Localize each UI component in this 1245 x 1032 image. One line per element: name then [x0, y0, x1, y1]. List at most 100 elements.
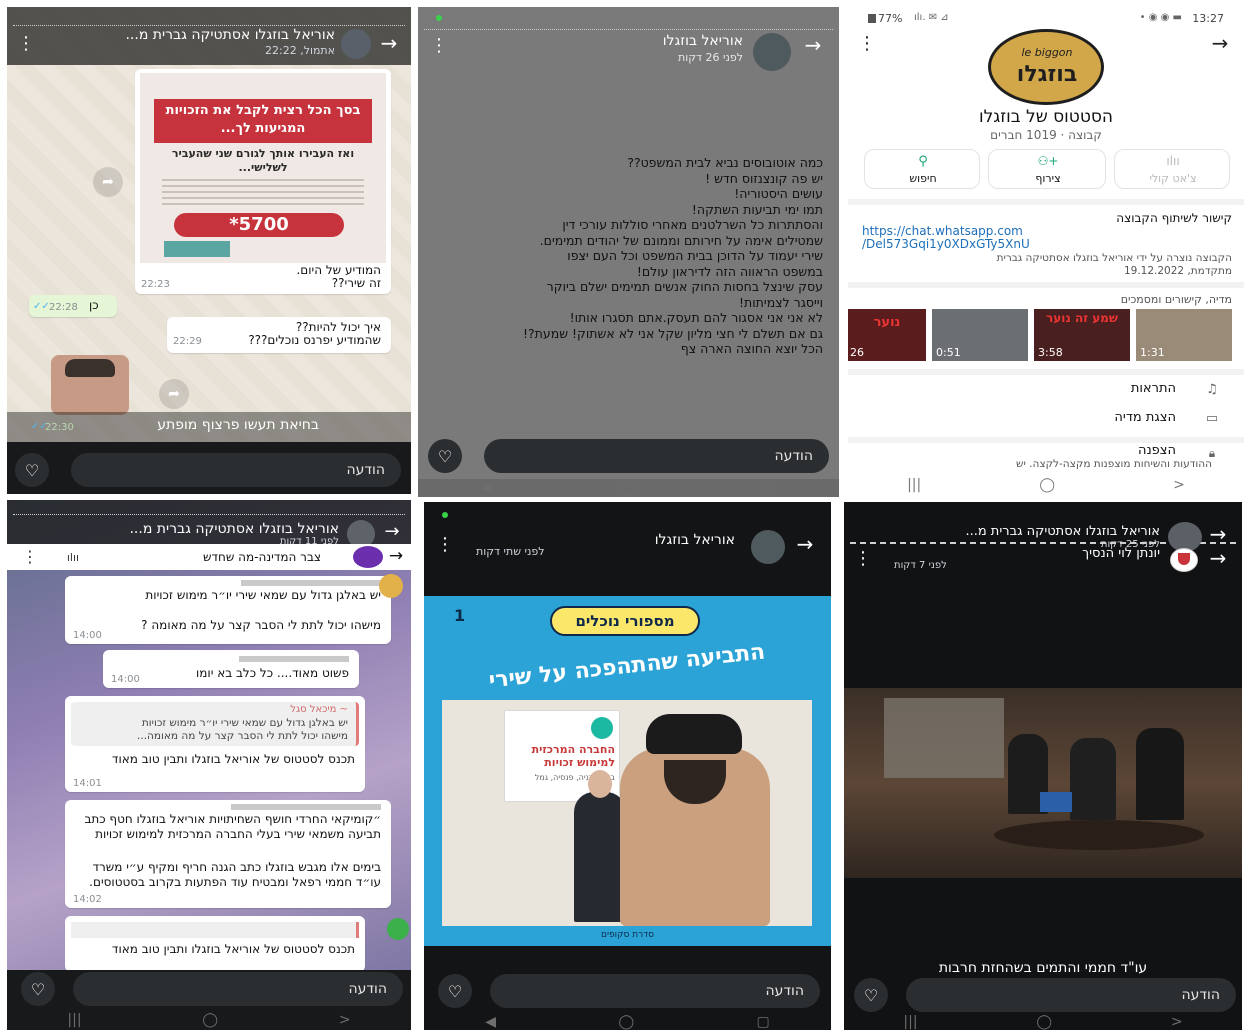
- media-thumb[interactable]: 1:31: [1136, 309, 1232, 361]
- message-text: המודיע של היום.: [296, 263, 381, 277]
- sender-name-redacted: [239, 656, 349, 662]
- inner-chat-title[interactable]: צבר המדינה-מה שחדש: [203, 550, 321, 564]
- created-date-text: מתקדמת, 19.12.2022: [1123, 265, 1232, 277]
- settings-encryption[interactable]: הצפנה: [1138, 443, 1176, 458]
- more-options-icon[interactable]: ⋮: [17, 33, 35, 54]
- chat-message[interactable]: ״קומיקאי החרדי חושף השחיתויות אוריאל בוז…: [65, 800, 391, 908]
- nav-back-icon[interactable]: >: [339, 1012, 351, 1028]
- media-thumb[interactable]: שמע זה נוער 3:58: [1034, 309, 1130, 361]
- contact-name[interactable]: אוריאל בוזגלו: [655, 532, 735, 548]
- nav-home-icon[interactable]: ◯: [202, 1012, 218, 1028]
- settings-notifications[interactable]: התראות: [1131, 381, 1176, 396]
- reply-message[interactable]: ~ מיכאל סגל יש באלגן גדול עם שמאי שירי י…: [65, 696, 365, 792]
- divider: [848, 369, 1244, 375]
- android-nav-bar: ◀ ◯ ▢: [424, 1014, 831, 1030]
- sender-avatar: [379, 574, 403, 598]
- inner-group-avatar[interactable]: [353, 546, 383, 568]
- divider: [848, 282, 1244, 288]
- inner-back-arrow-icon[interactable]: →: [387, 546, 405, 566]
- flyer-image[interactable]: בסך הכל רצית לקבל את הזכויות המגיעות לך.…: [140, 73, 386, 263]
- like-heart-icon[interactable]: ♡: [854, 978, 888, 1012]
- nav-recents-icon[interactable]: |||: [907, 477, 921, 493]
- like-heart-icon[interactable]: ♡: [428, 439, 462, 473]
- back-arrow-icon[interactable]: →: [793, 532, 817, 556]
- back-arrow-icon-2[interactable]: →: [1206, 546, 1230, 570]
- nav-home-icon[interactable]: ◯: [1036, 1014, 1052, 1030]
- back-arrow-icon[interactable]: →: [377, 31, 401, 55]
- status-line: וייסגר לצמיתות!: [739, 294, 823, 310]
- nav-recents-icon[interactable]: |||: [67, 1012, 81, 1028]
- like-heart-icon[interactable]: ♡: [438, 974, 472, 1008]
- more-options-icon[interactable]: ⋮: [436, 534, 454, 555]
- reply-input[interactable]: הודעה: [490, 974, 820, 1008]
- flyer-subheader: ואז העבירו אותך לגורם שני שהעביר לשלישי.…: [171, 147, 355, 174]
- status-line: כמה אוטובוסים נביא לבית המשפט??: [627, 155, 823, 170]
- received-text: איך יכול להיות??: [295, 320, 381, 334]
- second-contact-name[interactable]: יונתן לוי הנסיך: [1082, 546, 1160, 561]
- search-icon: ⚲: [918, 154, 928, 169]
- status-line: יש פה קונצנזוס חדש !: [705, 170, 823, 186]
- back-arrow-icon[interactable]: →: [1206, 522, 1230, 546]
- photo-image[interactable]: [844, 688, 1242, 878]
- status-bar-icons: • ◉ ◉ ▬: [1139, 12, 1182, 23]
- settings-media-visibility[interactable]: הצגת מדיה: [1114, 410, 1176, 425]
- quote-text: יש באלגן גדול עם שמאי שירי יו״ר מימוש זכ…: [141, 717, 348, 729]
- avatar[interactable]: [751, 530, 785, 564]
- contact-name[interactable]: אוריאל בוזגלו אסתטיקה גברית מ...: [69, 521, 339, 537]
- group-invite-link[interactable]: https://chat.whatsapp.com: [862, 224, 1023, 238]
- action-search-button[interactable]: ⚲ חיפוש: [864, 149, 980, 189]
- chat-message[interactable]: תכנס לסטטוס של אוריאל בוזגלו ותבין טוב מ…: [65, 916, 365, 972]
- nav-home-icon[interactable]: ◯: [619, 480, 635, 496]
- sticker-face[interactable]: [51, 355, 129, 415]
- nav-recents-icon[interactable]: |||: [903, 1014, 917, 1030]
- poster-image[interactable]: 1 מספורי נוכלים התביעה שהתהפכה על שירי ה…: [424, 596, 831, 946]
- back-arrow-icon[interactable]: →: [381, 521, 403, 542]
- action-add-button[interactable]: ⚇+ צירוף: [988, 149, 1106, 189]
- nav-recents-icon[interactable]: ▢: [757, 1014, 770, 1030]
- nav-back-icon[interactable]: ◀: [485, 1014, 496, 1030]
- avatar[interactable]: [341, 29, 371, 59]
- nav-home-icon[interactable]: ◯: [1039, 477, 1055, 493]
- reply-input[interactable]: הודעה: [71, 453, 401, 487]
- back-arrow-icon[interactable]: →: [801, 33, 825, 57]
- message-text: תכנס לסטטוס של אוריאל בוזגלו ותבין טוב מ…: [111, 942, 355, 956]
- nav-back-icon[interactable]: >: [1171, 1014, 1183, 1030]
- contact-name[interactable]: אוריאל בוזגלו אסתטיקה גברית מ...: [890, 524, 1160, 539]
- more-options-icon[interactable]: ⋮: [22, 546, 38, 566]
- more-options-icon[interactable]: ⋮: [430, 35, 448, 56]
- more-options-icon[interactable]: ⋮: [854, 548, 872, 569]
- received-time: 22:29: [173, 336, 202, 347]
- signal-icons: ılı. ✉ ⊿: [914, 12, 949, 23]
- like-heart-icon[interactable]: ♡: [15, 453, 49, 487]
- action-voice-chat-button[interactable]: ılıı צ'אט קולי: [1114, 149, 1230, 189]
- reply-input[interactable]: הודעה: [906, 978, 1236, 1012]
- nav-back-icon[interactable]: ◀: [482, 480, 493, 496]
- forward-icon-2[interactable]: ➦: [159, 379, 189, 409]
- nav-recents-icon[interactable]: ▢: [762, 480, 775, 496]
- received-text-2: שהמודיע יפרנס נוכלים???: [248, 333, 381, 347]
- contact-name[interactable]: אוריאל בוזגלו: [663, 33, 743, 49]
- message-text-2: זה שירי??: [331, 276, 381, 290]
- sender-name-redacted: [241, 580, 381, 586]
- media-thumb[interactable]: 0:51: [932, 309, 1028, 361]
- reply-input[interactable]: הודעה: [484, 439, 829, 473]
- nav-back-icon[interactable]: >: [1173, 477, 1185, 493]
- contact-name[interactable]: אוריאל בוזגלו אסתטיקה גברית מ...: [65, 27, 335, 43]
- status-progress: [424, 29, 833, 30]
- quoted-message-redacted: [71, 922, 359, 938]
- like-heart-icon[interactable]: ♡: [21, 972, 55, 1006]
- reply-input[interactable]: הודעה: [73, 972, 403, 1006]
- group-invite-link-2[interactable]: /Del573Gqi1y0XDxGTy5XnU: [862, 237, 1030, 251]
- media-label[interactable]: מדיה, קישורים ומסמכים: [1121, 293, 1232, 306]
- second-avatar[interactable]: [1170, 548, 1198, 572]
- media-thumb[interactable]: נוער 26: [848, 309, 926, 361]
- group-logo[interactable]: le biggon בוזגלו: [988, 29, 1104, 105]
- forward-icon[interactable]: ➦: [93, 167, 123, 197]
- avatar[interactable]: [753, 33, 791, 71]
- waveform-icon[interactable]: ılıı: [63, 548, 83, 566]
- nav-home-icon[interactable]: ◯: [618, 1014, 634, 1030]
- chat-message[interactable]: פשוט מאוד.... כל כלב בא יומו 14:00: [103, 650, 359, 688]
- more-options-icon[interactable]: ⋮: [858, 33, 876, 54]
- chat-message[interactable]: יש באלגן גדול עם שמאי שירי יו״ר מימוש זכ…: [65, 576, 391, 644]
- back-arrow-icon[interactable]: →: [1208, 31, 1232, 55]
